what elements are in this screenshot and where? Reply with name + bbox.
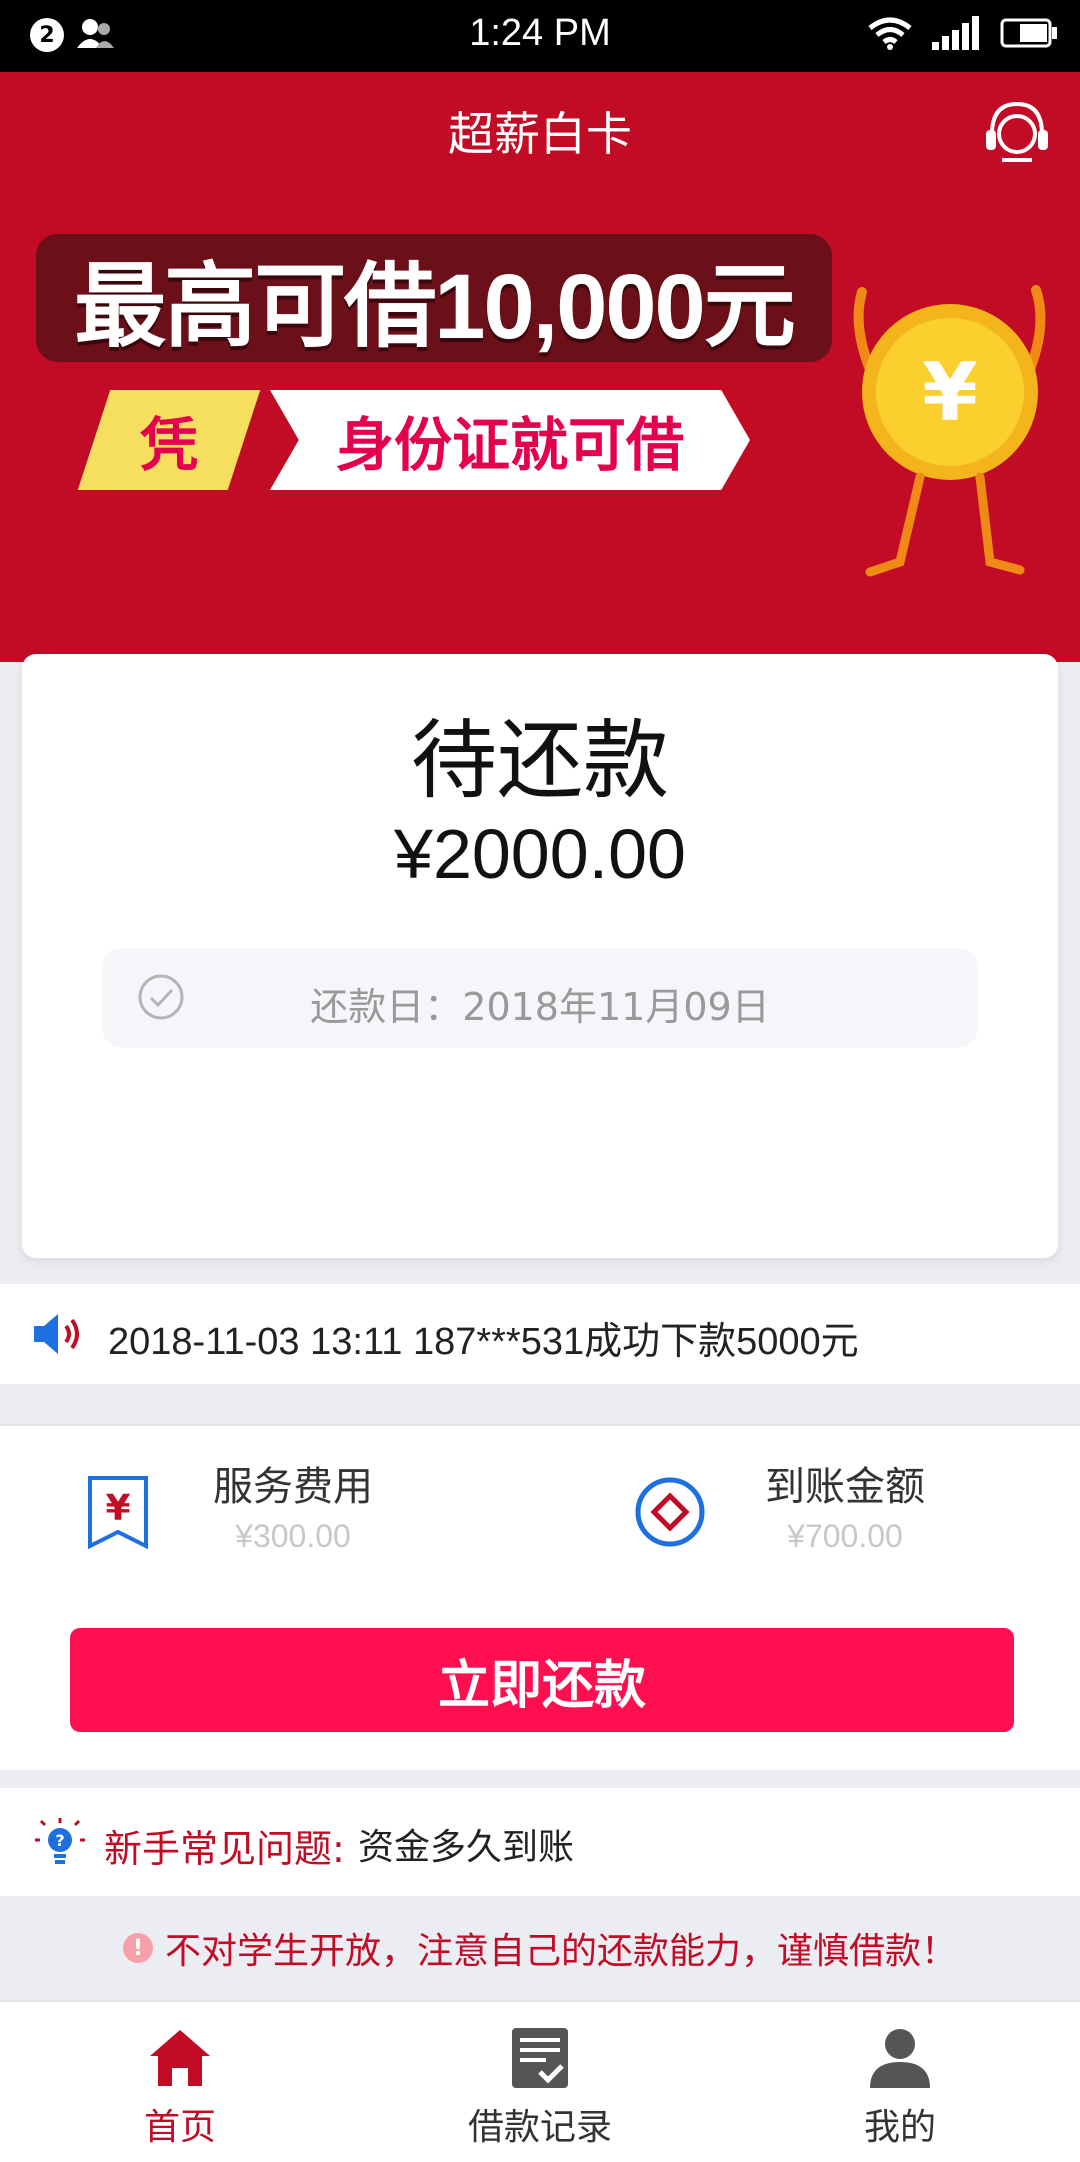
tab-profile[interactable]: 我的 xyxy=(720,2002,1080,2162)
tab-loan-records[interactable]: 借款记录 xyxy=(360,2002,720,2162)
status-bar: 2 1:24 PM xyxy=(0,0,1080,72)
tab-home-label: 首页 xyxy=(143,2107,216,2148)
received-amount-icon xyxy=(635,1477,705,1547)
page-title: 超薪白卡 xyxy=(448,107,632,161)
repayment-amount: ¥2000.00 xyxy=(394,815,686,893)
signal-icon xyxy=(932,16,979,50)
tab-profile-label: 我的 xyxy=(863,2107,936,2148)
repayment-status-title: 待还款 xyxy=(411,711,669,811)
lightbulb-icon: ? xyxy=(35,1818,85,1864)
received-amount-label: 到账金额 xyxy=(765,1464,925,1510)
faq-row[interactable]: ? 新手常见问题: 资金多久到账 xyxy=(0,1788,1080,1896)
fee-summary: ¥ 服务费用 ¥300.00 到账金额 ¥700.00 xyxy=(0,1424,1080,1592)
coin-mascot-icon: ¥ xyxy=(853,285,1046,577)
received-amount-value: ¥700.00 xyxy=(787,1518,903,1554)
risk-warning: ! 不对学生开放，注意自己的还款能力，谨慎借款！ xyxy=(0,1896,1080,2000)
loan-notice-ticker: 2018-11-03 13:11 187***531成功下款5000元 xyxy=(0,1284,1080,1384)
promo-tag: 凭 xyxy=(77,390,261,490)
home-icon xyxy=(150,2030,210,2086)
headset-icon[interactable] xyxy=(982,94,1052,170)
alert-icon: ! xyxy=(122,1933,153,1963)
due-date: 还款日：2018年11月09日 xyxy=(310,985,770,1029)
record-icon xyxy=(512,2028,568,2088)
received-amount: 到账金额 ¥700.00 xyxy=(730,1454,960,1555)
action-area: 立即还款 xyxy=(0,1590,1080,1770)
repay-now-button[interactable]: 立即还款 xyxy=(70,1628,1014,1732)
promo-headline: 最高可借10,000元 xyxy=(36,234,832,362)
faq-question[interactable]: 资金多久到账 xyxy=(358,1818,574,1870)
profile-icon xyxy=(870,2029,930,2088)
repayment-card: 待还款 ¥2000.00 还款日：2018年11月09日 xyxy=(22,654,1058,1258)
bottom-tab-bar: 首页 借款记录 我的 xyxy=(0,2000,1080,2162)
notice-text: 2018-11-03 13:11 187***531成功下款5000元 xyxy=(108,1321,859,1363)
faq-label: 新手常见问题: xyxy=(104,1827,345,1871)
service-fee-label: 服务费用 xyxy=(213,1464,373,1510)
promo-subline: 身份证就可借 xyxy=(270,390,750,490)
battery-icon xyxy=(1000,18,1057,48)
receipt-yuan-icon: ¥ xyxy=(88,1476,148,1550)
wifi-icon xyxy=(868,17,912,50)
service-fee: 服务费用 ¥300.00 xyxy=(178,1454,408,1555)
header-banner: 超薪白卡 最高可借10,000元 凭 身份证就可借 ¥ xyxy=(0,72,1080,662)
tab-home[interactable]: 首页 xyxy=(0,2002,360,2162)
service-fee-value: ¥300.00 xyxy=(235,1518,351,1554)
svg-text:?: ? xyxy=(55,1831,64,1850)
speaker-icon xyxy=(34,1314,79,1354)
warning-text: 不对学生开放，注意自己的还款能力，谨慎借款！ xyxy=(164,1931,957,1972)
svg-text:¥: ¥ xyxy=(105,1488,130,1529)
svg-text:¥: ¥ xyxy=(922,346,978,439)
due-date-box: 还款日：2018年11月09日 xyxy=(102,948,978,1048)
tab-loan-records-label: 借款记录 xyxy=(467,2107,612,2148)
